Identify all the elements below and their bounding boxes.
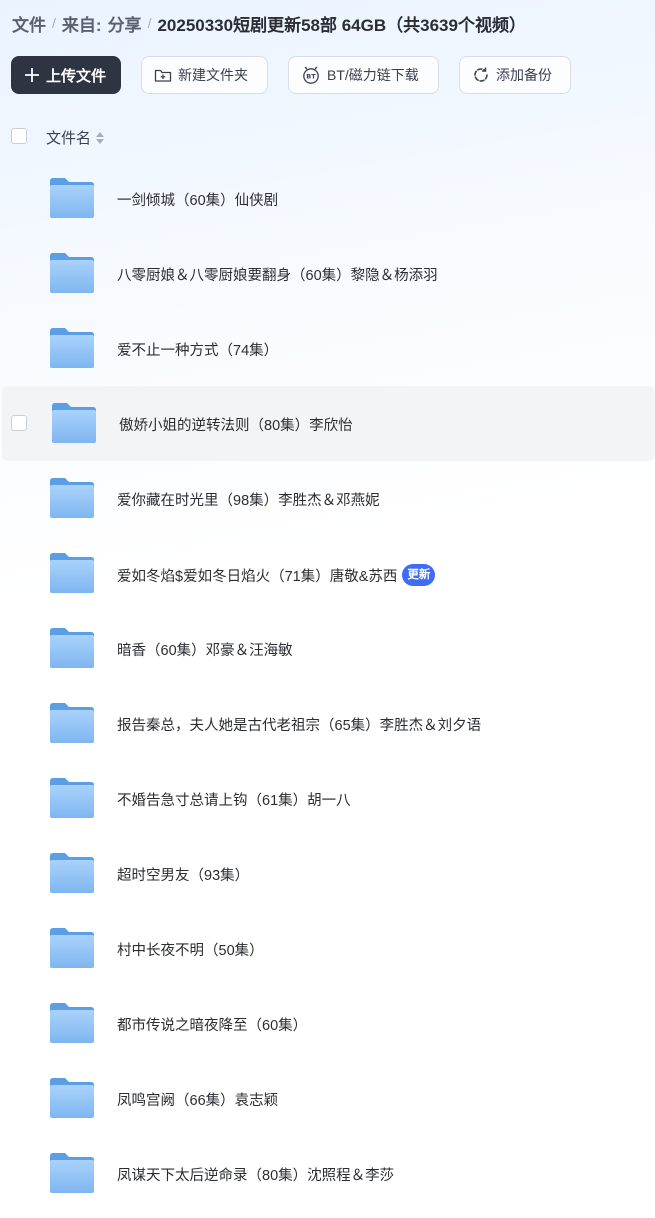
file-row[interactable]: 凤鸣宫阙（66集）袁志颖 xyxy=(0,1061,655,1136)
select-all-checkbox[interactable] xyxy=(11,128,27,144)
folder-icon xyxy=(49,552,95,594)
file-name[interactable]: 都市传说之暗夜降至（60集） xyxy=(117,1014,307,1035)
folder-icon xyxy=(49,327,95,369)
file-name[interactable]: 八零厨娘＆八零厨娘要翻身（60集）黎隐＆杨添羽 xyxy=(117,264,438,285)
toolbar: 上传文件 新建文件夹 BT BT/磁力链下载 添加备份 xyxy=(11,56,571,94)
file-row[interactable]: 村中长夜不明（50集） xyxy=(0,911,655,986)
file-name[interactable]: 一剑倾城（60集）仙侠剧 xyxy=(117,189,278,210)
breadcrumb-files[interactable]: 文件 xyxy=(12,11,46,36)
folder-icon xyxy=(49,702,95,744)
file-list: 一剑倾城（60集）仙侠剧八零厨娘＆八零厨娘要翻身（60集）黎隐＆杨添羽 爱不止一种… xyxy=(0,161,655,1211)
folder-icon xyxy=(49,627,95,669)
file-name-text: 报告秦总，夫人她是古代老祖宗（65集）李胜杰＆刘夕语 xyxy=(117,718,482,734)
file-row[interactable]: 超时空男友（93集） xyxy=(0,836,655,911)
file-name[interactable]: 超时空男友（93集） xyxy=(117,864,249,885)
file-row[interactable]: 八零厨娘＆八零厨娘要翻身（60集）黎隐＆杨添羽 xyxy=(0,236,655,311)
file-name-text: 爱不止一种方式（74集） xyxy=(117,343,279,359)
breadcrumb-from: 来自: xyxy=(61,15,102,35)
file-name-text: 傲娇小姐的逆转法则（80集）李欣怡 xyxy=(119,418,353,434)
folder-icon xyxy=(49,177,95,219)
folder-icon xyxy=(49,252,95,294)
file-row[interactable]: 不婚告急寸总请上钩（61集）胡一八 xyxy=(0,761,655,836)
file-name-text: 都市传说之暗夜降至（60集） xyxy=(117,1018,308,1034)
file-name[interactable]: 爱你藏在时光里（98集）李胜杰＆邓燕妮 xyxy=(117,489,380,510)
file-name-text: 不婚告急寸总请上钩（61集）胡一八 xyxy=(117,793,351,809)
bt-magnet-download-button[interactable]: BT BT/磁力链下载 xyxy=(288,56,439,94)
file-list-header: 文件名 xyxy=(0,118,655,154)
file-row[interactable]: 傲娇小姐的逆转法则（80集）李欣怡 xyxy=(2,386,655,461)
bt-magnet-download-label: BT/磁力链下载 xyxy=(327,67,419,83)
folder-icon xyxy=(49,1152,95,1194)
file-name-text: 八零厨娘＆八零厨娘要翻身（60集）黎隐＆杨添羽 xyxy=(117,268,438,284)
bt-icon: BT xyxy=(301,66,321,84)
file-name-text: 暗香（60集）邓豪＆汪海敏 xyxy=(117,643,293,659)
sort-icon xyxy=(96,131,105,144)
file-name-text: 爱如冬焰$爱如冬日焰火（71集）唐敬&苏西 xyxy=(117,568,398,585)
plus-icon xyxy=(24,67,40,83)
folder-icon xyxy=(49,1002,95,1044)
folder-icon xyxy=(49,477,95,519)
new-folder-icon xyxy=(154,67,172,83)
new-folder-button[interactable]: 新建文件夹 xyxy=(141,56,268,94)
update-badge: 更新 xyxy=(402,564,436,586)
file-name[interactable]: 报告秦总，夫人她是古代老祖宗（65集）李胜杰＆刘夕语 xyxy=(117,714,481,735)
file-row[interactable]: 报告秦总，夫人她是古代老祖宗（65集）李胜杰＆刘夕语 xyxy=(0,686,655,761)
sort-by-filename[interactable]: 文件名 xyxy=(46,127,105,148)
file-name[interactable]: 凤鸣宫阙（66集）袁志颖 xyxy=(117,1089,278,1110)
folder-icon xyxy=(49,777,95,819)
file-row[interactable]: 一剑倾城（60集）仙侠剧 xyxy=(0,161,655,236)
file-name[interactable]: 爱如冬焰$爱如冬日焰火（71集）唐敬&苏西 更新 xyxy=(117,564,436,586)
breadcrumb-current-folder: 20250330短剧更新58部 64GB（共3639个视频） xyxy=(157,15,526,35)
file-row[interactable]: 爱如冬焰$爱如冬日焰火（71集）唐敬&苏西 更新 xyxy=(0,536,655,611)
file-row[interactable]: 凤谋天下太后逆命录（80集）沈照程＆李莎 xyxy=(0,1136,655,1211)
folder-icon xyxy=(49,927,95,969)
file-name-text: 超时空男友（93集） xyxy=(117,868,250,884)
file-name-text: 村中长夜不明（50集） xyxy=(117,943,264,959)
refresh-backup-icon xyxy=(472,66,490,84)
breadcrumb-separator: / xyxy=(147,15,152,31)
file-name[interactable]: 傲娇小姐的逆转法则（80集）李欣怡 xyxy=(119,414,353,435)
file-name[interactable]: 爱不止一种方式（74集） xyxy=(117,339,278,360)
breadcrumb-share[interactable]: 分享 xyxy=(108,11,142,36)
folder-icon xyxy=(51,402,97,444)
folder-icon xyxy=(49,852,95,894)
add-backup-label: 添加备份 xyxy=(496,67,552,83)
file-row[interactable]: 爱不止一种方式（74集） xyxy=(0,311,655,386)
breadcrumb-separator: / xyxy=(52,15,56,31)
file-name[interactable]: 暗香（60集）邓豪＆汪海敏 xyxy=(117,639,293,660)
upload-file-button[interactable]: 上传文件 xyxy=(11,56,121,94)
file-name[interactable]: 凤谋天下太后逆命录（80集）沈照程＆李莎 xyxy=(117,1164,394,1185)
svg-text:BT: BT xyxy=(306,73,316,81)
folder-icon xyxy=(49,1077,95,1119)
file-name[interactable]: 村中长夜不明（50集） xyxy=(117,939,264,960)
file-name-text: 凤谋天下太后逆命录（80集）沈照程＆李莎 xyxy=(117,1168,395,1184)
upload-file-label: 上传文件 xyxy=(46,67,107,85)
file-name-text: 凤鸣宫阙（66集）袁志颖 xyxy=(117,1093,279,1109)
add-backup-button[interactable]: 添加备份 xyxy=(459,56,571,94)
file-name-text: 一剑倾城（60集）仙侠剧 xyxy=(117,193,279,209)
file-row[interactable]: 爱你藏在时光里（98集）李胜杰＆邓燕妮 xyxy=(0,461,655,536)
filename-column-label: 文件名 xyxy=(46,130,92,147)
file-row[interactable]: 都市传说之暗夜降至（60集） xyxy=(0,986,655,1061)
file-name[interactable]: 不婚告急寸总请上钩（61集）胡一八 xyxy=(117,789,351,810)
new-folder-label: 新建文件夹 xyxy=(178,67,248,83)
file-name-text: 爱你藏在时光里（98集）李胜杰＆邓燕妮 xyxy=(117,493,380,509)
row-checkbox[interactable] xyxy=(11,415,27,431)
breadcrumb: 文件 / 来自: 分享 / 20250330短剧更新58部 64GB（共3639… xyxy=(12,10,526,36)
file-row[interactable]: 暗香（60集）邓豪＆汪海敏 xyxy=(0,611,655,686)
